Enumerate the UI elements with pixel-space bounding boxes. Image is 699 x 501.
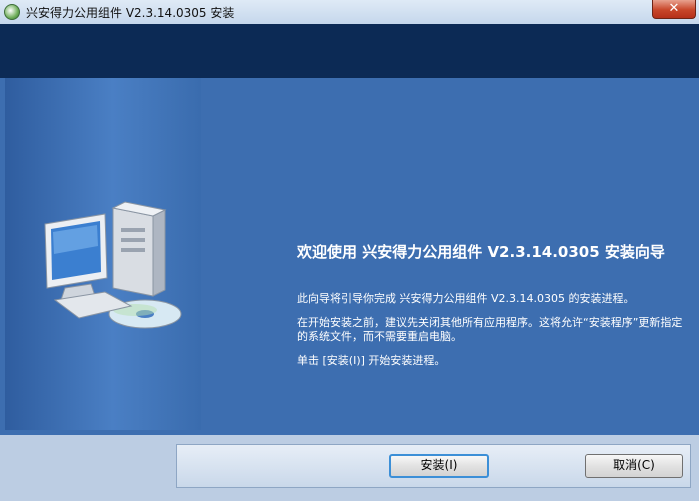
computer-icon (44, 201, 182, 329)
instruction-text: 单击 [安装(I)] 开始安装进程。 (297, 354, 446, 367)
advice-text: 在开始安装之前，建议先关闭其他所有应用程序。这将允许“安装程序”更新指定的系统文… (297, 316, 683, 343)
install-button[interactable]: 安装(I) (389, 454, 489, 478)
app-icon (4, 4, 20, 20)
side-banner (5, 78, 201, 430)
cancel-button[interactable]: 取消(C) (585, 454, 683, 478)
window-title: 兴安得力公用组件 V2.3.14.0305 安装 (26, 6, 235, 20)
intro-text: 此向导将引导你完成 兴安得力公用组件 V2.3.14.0305 的安装进程。 (297, 292, 635, 305)
welcome-heading: 欢迎使用 兴安得力公用组件 V2.3.14.0305 安装向导 (297, 243, 665, 261)
welcome-panel: 欢迎使用 兴安得力公用组件 V2.3.14.0305 安装向导 此向导将引导你完… (0, 78, 699, 435)
header-band (0, 24, 699, 78)
title-bar[interactable]: 兴安得力公用组件 V2.3.14.0305 安装 ✕ (0, 0, 699, 25)
close-button[interactable]: ✕ (652, 0, 696, 19)
